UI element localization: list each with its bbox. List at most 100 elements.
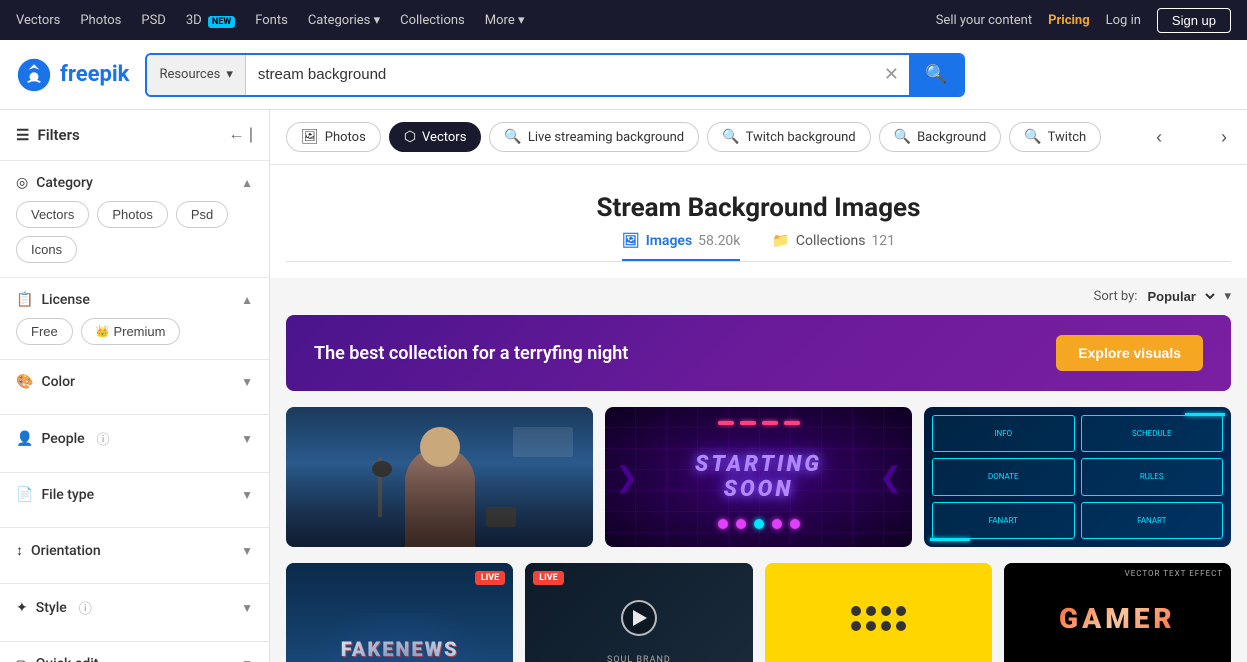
color-section-header[interactable]: 🎨 Color ▼ bbox=[16, 374, 253, 390]
pricing-link[interactable]: Pricing bbox=[1048, 13, 1090, 28]
category-section-header[interactable]: ◎ Category ▲ bbox=[16, 175, 253, 191]
quickedit-section-header[interactable]: ✏ Quick edit ▼ bbox=[16, 656, 253, 662]
clear-search-button[interactable]: ✕ bbox=[874, 55, 909, 95]
image-card-scifi[interactable]: INFO SCHEDULE DONATE RULES FANART bbox=[924, 407, 1231, 547]
tab-collections[interactable]: 📁 Collections 121 bbox=[772, 233, 895, 261]
style-title: ✦ Style ⓘ bbox=[16, 598, 92, 617]
chip-live-streaming[interactable]: 🔍 Live streaming background bbox=[489, 122, 699, 152]
neon-lines-top bbox=[718, 421, 800, 425]
sort-label: Sort by: bbox=[1094, 289, 1138, 304]
starting-soon-line2: SOON bbox=[695, 477, 822, 502]
collapse-sidebar-button[interactable]: ← | bbox=[228, 126, 253, 144]
people-chevron-icon: ▼ bbox=[241, 432, 253, 446]
background-chip-icon: 🔍 bbox=[894, 129, 911, 145]
tab-images[interactable]: 🖼 Images 58.20k bbox=[622, 233, 740, 261]
style-section-header[interactable]: ✦ Style ⓘ ▼ bbox=[16, 598, 253, 617]
image-card-gamer[interactable]: VECTOR TEXT EFFECT GAMER bbox=[1004, 563, 1231, 662]
logo-text: freepik bbox=[60, 62, 129, 87]
people-section-header[interactable]: 👤 People ⓘ ▼ bbox=[16, 429, 253, 448]
resource-dropdown[interactable]: Resources ▾ bbox=[147, 55, 245, 95]
sort-select[interactable]: Popular Recent Relevant bbox=[1143, 288, 1218, 305]
right-arrow: ❯ bbox=[879, 461, 902, 494]
chips-next-button[interactable]: › bbox=[1217, 123, 1231, 152]
image-card-presenter[interactable] bbox=[286, 407, 593, 547]
filter-section-license: 📋 License ▲ Free 👑 Premium bbox=[0, 282, 269, 355]
nav-more[interactable]: More ▾ bbox=[485, 13, 525, 28]
explore-visuals-button[interactable]: Explore visuals bbox=[1056, 335, 1203, 371]
image-placeholder-2: ❯ ❯ STARTING SOON bbox=[605, 407, 912, 547]
chip-photos[interactable]: 🖼 Photos bbox=[286, 122, 381, 152]
scifi-box-3: DONATE bbox=[932, 458, 1075, 495]
scifi-boxes: INFO SCHEDULE DONATE RULES FANART bbox=[932, 415, 1223, 539]
collections-tab-icon: 📁 bbox=[772, 233, 789, 249]
color-title: 🎨 Color bbox=[16, 374, 75, 390]
chips-prev-button[interactable]: ‹ bbox=[1152, 123, 1166, 152]
main-layout: ☰ Filters ← | ◎ Category ▲ Vectors Photo… bbox=[0, 110, 1247, 662]
twitch-chip-icon: 🔍 bbox=[1024, 129, 1041, 145]
search-bar: Resources ▾ ✕ 🔍 bbox=[145, 53, 965, 97]
license-chevron-icon: ▲ bbox=[241, 293, 253, 307]
logo[interactable]: freepik bbox=[16, 57, 129, 93]
image-card-stream-play[interactable]: LIVE SOUL BRAND bbox=[525, 563, 752, 662]
login-link[interactable]: Log in bbox=[1106, 13, 1141, 28]
sidebar: ☰ Filters ← | ◎ Category ▲ Vectors Photo… bbox=[0, 110, 270, 662]
nav-photos[interactable]: Photos bbox=[80, 13, 121, 28]
search-icon: 🔍 bbox=[925, 64, 947, 84]
nav-categories[interactable]: Categories ▾ bbox=[308, 13, 380, 28]
tabs-bar: 🖼 Images 58.20k 📁 Collections 121 bbox=[286, 223, 1231, 262]
nav-collections[interactable]: Collections bbox=[400, 13, 465, 28]
image-card-yellow-dots[interactable] bbox=[765, 563, 992, 662]
image-placeholder-1 bbox=[286, 407, 593, 547]
gamer-text: GAMER bbox=[1059, 602, 1176, 635]
scifi-box-1: INFO bbox=[932, 415, 1075, 452]
filter-section-filetype: 📄 File type ▼ bbox=[0, 477, 269, 523]
starting-soon-line1: STARTING bbox=[695, 452, 822, 477]
nav-3d[interactable]: 3D NEW bbox=[186, 13, 235, 28]
scifi-box-text-2: SCHEDULE bbox=[1132, 429, 1172, 438]
image-placeholder-3: INFO SCHEDULE DONATE RULES FANART bbox=[924, 407, 1231, 547]
category-icon: ◎ bbox=[16, 175, 28, 191]
chip-vectors[interactable]: ⬡ Vectors bbox=[389, 122, 482, 152]
sidebar-header: ☰ Filters ← | bbox=[0, 126, 269, 156]
tag-vectors[interactable]: Vectors bbox=[16, 201, 89, 228]
mic bbox=[372, 461, 392, 477]
tag-psd[interactable]: Psd bbox=[176, 201, 228, 228]
live-streaming-chip-icon: 🔍 bbox=[504, 129, 521, 145]
tag-photos[interactable]: Photos bbox=[97, 201, 167, 228]
category-tags: Vectors Photos Psd Icons bbox=[16, 201, 253, 263]
top-nav: Vectors Photos PSD 3D NEW Fonts Categori… bbox=[0, 0, 1247, 40]
gamer-inner: VECTOR TEXT EFFECT GAMER bbox=[1004, 563, 1231, 662]
nav-fonts[interactable]: Fonts bbox=[255, 13, 288, 28]
stream-label: SOUL BRAND bbox=[525, 655, 752, 662]
chip-background[interactable]: 🔍 Background bbox=[879, 122, 1002, 152]
live-badge: LIVE bbox=[533, 571, 563, 585]
play-circle bbox=[621, 600, 657, 636]
yellow-inner bbox=[765, 563, 992, 662]
license-section-header[interactable]: 📋 License ▲ bbox=[16, 292, 253, 308]
content-area: 🖼 Photos ⬡ Vectors 🔍 Live streaming back… bbox=[270, 110, 1247, 662]
tag-free[interactable]: Free bbox=[16, 318, 73, 345]
filetype-section-header[interactable]: 📄 File type ▼ bbox=[16, 487, 253, 503]
tag-icons[interactable]: Icons bbox=[16, 236, 77, 263]
photos-chip-icon: 🖼 bbox=[301, 129, 319, 145]
search-input[interactable] bbox=[246, 55, 874, 95]
style-info-icon[interactable]: ⓘ bbox=[79, 598, 92, 617]
signup-button[interactable]: Sign up bbox=[1157, 8, 1231, 33]
images-tab-count: 58.20k bbox=[698, 233, 740, 249]
crown-icon: 👑 bbox=[96, 325, 110, 338]
logo-bar: freepik Resources ▾ ✕ 🔍 bbox=[0, 40, 1247, 110]
chip-twitch[interactable]: 🔍 Twitch bbox=[1009, 122, 1101, 152]
tag-premium[interactable]: 👑 Premium bbox=[81, 318, 181, 345]
image-card-starting-soon[interactable]: ❯ ❯ STARTING SOON bbox=[605, 407, 912, 547]
people-info-icon[interactable]: ⓘ bbox=[97, 429, 110, 448]
vector-text-effect-label: VECTOR TEXT EFFECT bbox=[1125, 569, 1223, 578]
search-button[interactable]: 🔍 bbox=[909, 55, 963, 95]
image-card-fakenews[interactable]: LIVE FAKENEWS bbox=[286, 563, 513, 662]
sell-content-link[interactable]: Sell your content bbox=[936, 13, 1032, 28]
orientation-section-header[interactable]: ↕ Orientation ▼ bbox=[16, 542, 253, 559]
nav-vectors[interactable]: Vectors bbox=[16, 13, 60, 28]
quickedit-icon: ✏ bbox=[16, 656, 28, 662]
chip-twitch-background[interactable]: 🔍 Twitch background bbox=[707, 122, 871, 152]
category-title: ◎ Category bbox=[16, 175, 93, 191]
nav-psd[interactable]: PSD bbox=[141, 13, 165, 28]
